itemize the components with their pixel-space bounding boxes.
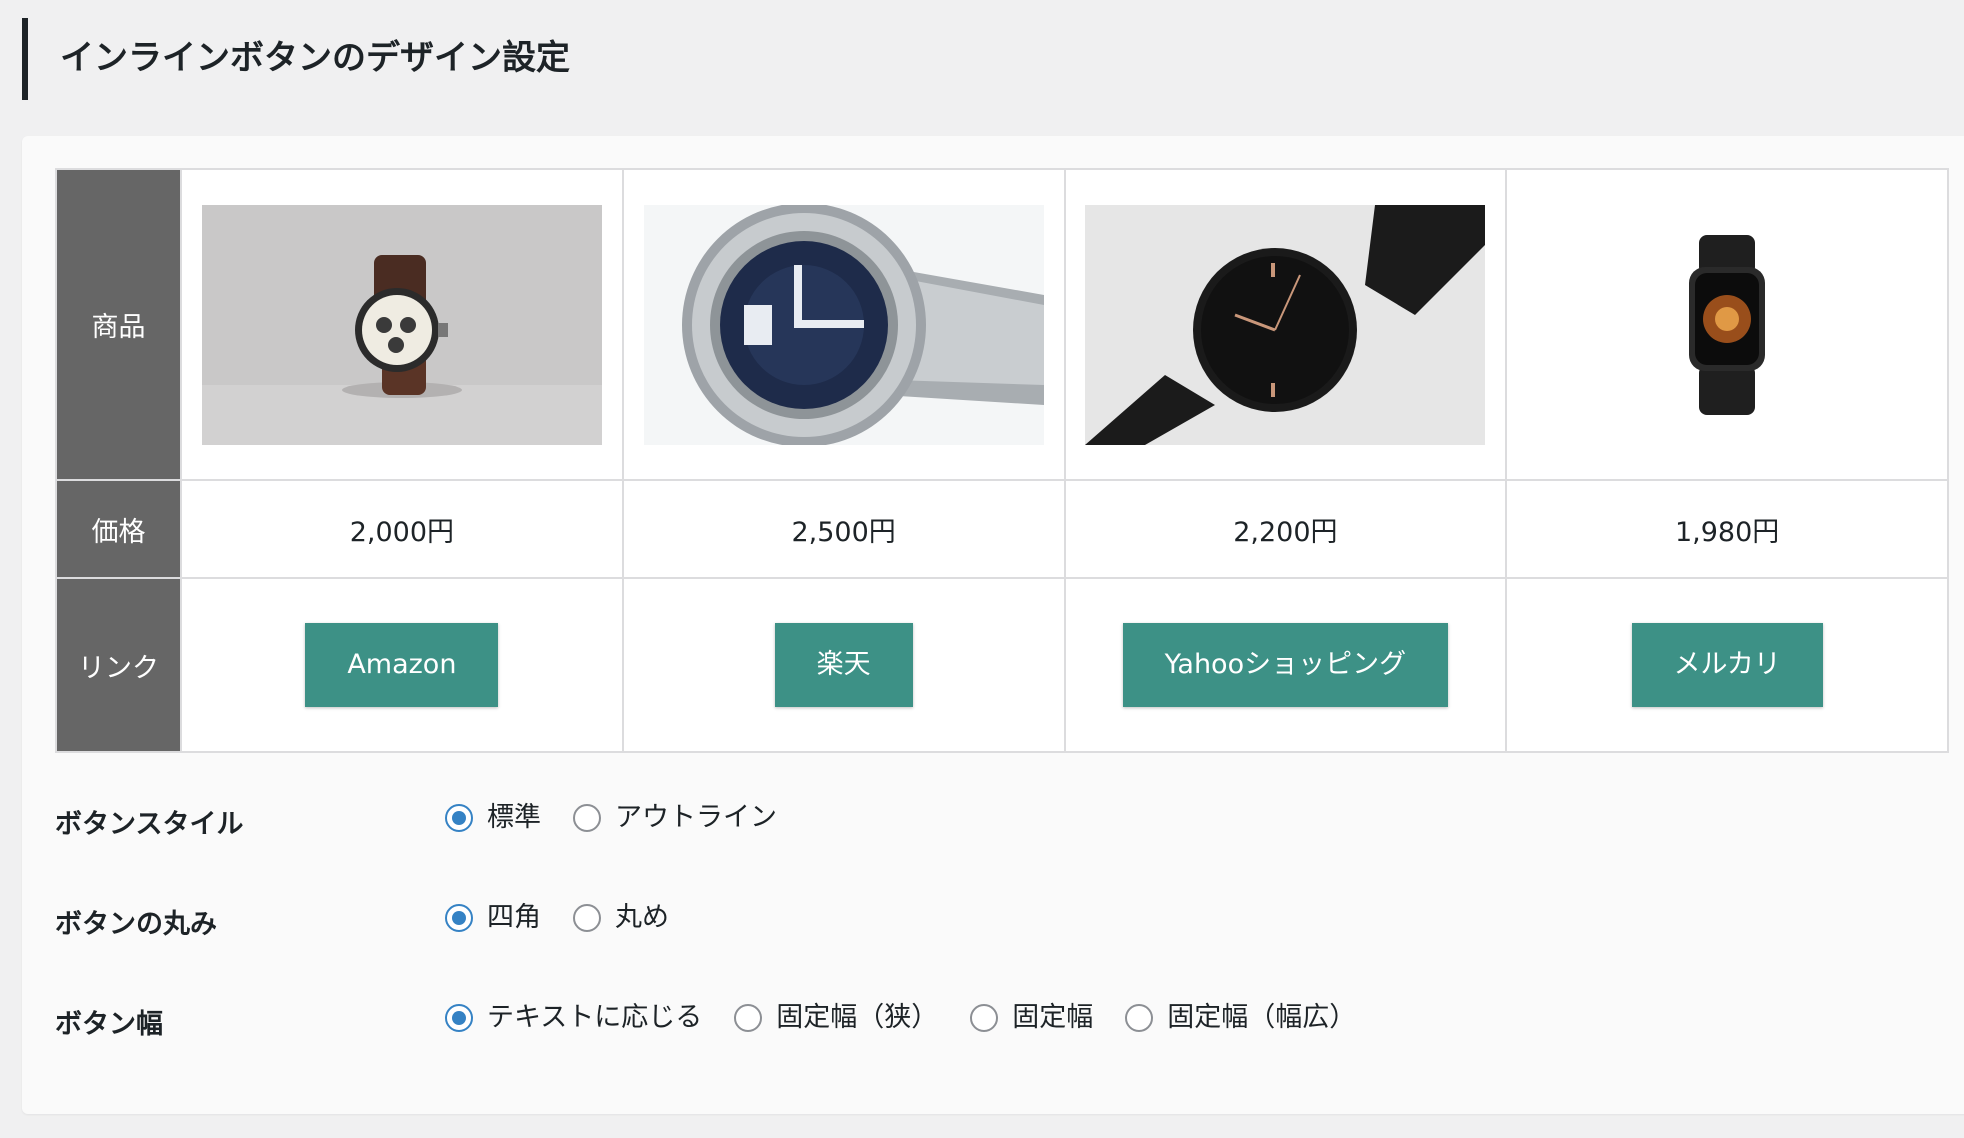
radio-button[interactable]	[970, 1004, 999, 1032]
radio-button[interactable]	[573, 904, 601, 932]
watch-black-mesh-image	[1085, 204, 1486, 445]
radio-option-fixed[interactable]: 固定幅	[970, 998, 1093, 1038]
preview-table: 商品 価格 2,000円 2,500円 2,200円 1,980円 リンク Am…	[55, 168, 1949, 753]
header-price: 価格	[55, 479, 182, 579]
amazon-button[interactable]: Amazon	[305, 623, 499, 707]
link-cell: Yahooショッピング	[1063, 577, 1508, 753]
setting-row-button-style: ボタンスタイル 標準 アウトライン	[55, 776, 1935, 876]
table-row-price: 価格 2,000円 2,500円 2,200円 1,980円	[55, 479, 1949, 579]
radio-label: 標準	[487, 802, 541, 833]
price-cell: 2,000円	[180, 479, 624, 579]
radio-option-fixed-narrow[interactable]: 固定幅（狭）	[734, 998, 938, 1038]
radio-option-fit-text[interactable]: テキストに応じる	[445, 998, 702, 1038]
radio-button-checked[interactable]	[445, 804, 473, 832]
link-cell: Amazon	[180, 577, 624, 753]
page-header: インラインボタンのデザイン設定	[22, 18, 722, 100]
radio-label: 固定幅（狭）	[776, 1002, 939, 1033]
radio-button[interactable]	[573, 804, 601, 832]
setting-label: ボタンの丸み	[55, 909, 217, 940]
table-row-product: 商品	[55, 168, 1949, 481]
radio-button[interactable]	[1125, 1004, 1154, 1032]
radio-label: アウトライン	[615, 802, 777, 833]
radio-label: 丸め	[615, 902, 669, 933]
radio-label: 固定幅	[1012, 1002, 1094, 1033]
radio-option-square[interactable]: 四角	[445, 898, 541, 938]
product-cell	[180, 168, 624, 481]
link-cell: 楽天	[621, 577, 1066, 753]
product-cell	[1505, 168, 1949, 481]
rakuten-button[interactable]: 楽天	[774, 623, 913, 707]
smartwatch-image	[1527, 204, 1928, 445]
settings-card: 商品 価格 2,000円 2,500円 2,200円 1,980円 リンク Am…	[22, 136, 1964, 1114]
yahoo-shopping-button[interactable]: Yahooショッピング	[1122, 623, 1449, 707]
product-cell	[621, 168, 1066, 481]
radio-button[interactable]	[734, 1004, 763, 1032]
price-value: 1,980円	[1674, 516, 1780, 548]
header-link: リンク	[55, 577, 182, 753]
mercari-button[interactable]: メルカリ	[1631, 623, 1823, 707]
watch-chronograph-image	[201, 204, 602, 445]
radio-label: 固定幅（幅広）	[1167, 1002, 1357, 1033]
header-product: 商品	[55, 168, 182, 481]
radio-button-checked[interactable]	[445, 1004, 473, 1032]
settings-form: ボタンスタイル 標準 アウトライン ボタンの丸み 四角 丸め ボタン幅 テキスト…	[55, 776, 1935, 1076]
radio-option-rounded[interactable]: 丸め	[573, 898, 669, 938]
radio-label: テキストに応じる	[487, 1002, 703, 1033]
setting-label: ボタン幅	[55, 1009, 163, 1040]
setting-row-button-radius: ボタンの丸み 四角 丸め	[55, 876, 1935, 976]
radio-label: 四角	[487, 902, 541, 933]
watch-steel-image	[643, 204, 1044, 445]
radio-button-checked[interactable]	[445, 904, 473, 932]
price-cell: 2,200円	[1063, 479, 1508, 579]
page-title: インラインボタンのデザイン設定	[60, 38, 570, 78]
radio-option-fixed-wide[interactable]: 固定幅（幅広）	[1125, 998, 1356, 1038]
price-cell: 1,980円	[1505, 479, 1949, 579]
price-cell: 2,500円	[621, 479, 1066, 579]
setting-label: ボタンスタイル	[55, 809, 244, 840]
price-value: 2,500円	[791, 516, 896, 548]
radio-option-standard[interactable]: 標準	[445, 798, 541, 838]
button-radius-radio-group: 四角 丸め	[445, 898, 701, 938]
button-width-radio-group: テキストに応じる 固定幅（狭） 固定幅 固定幅（幅広）	[445, 998, 1388, 1038]
price-value: 2,000円	[349, 516, 455, 548]
radio-option-outline[interactable]: アウトライン	[573, 798, 777, 838]
button-style-radio-group: 標準 アウトライン	[445, 798, 809, 838]
setting-row-button-width: ボタン幅 テキストに応じる 固定幅（狭） 固定幅 固定幅（幅広）	[55, 976, 1935, 1076]
table-row-link: リンク Amazon 楽天 Yahooショッピング メルカリ	[55, 577, 1949, 753]
product-cell	[1063, 168, 1508, 481]
price-value: 2,200円	[1233, 516, 1338, 548]
link-cell: メルカリ	[1505, 577, 1949, 753]
